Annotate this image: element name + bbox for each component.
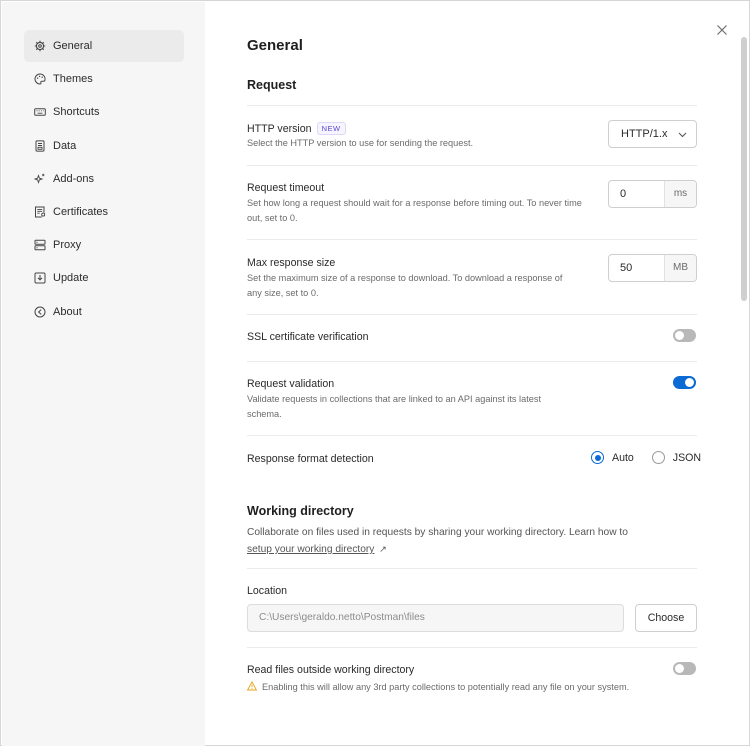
sidebar-item-themes[interactable]: Themes <box>24 63 184 95</box>
settings-nav: General Themes Shortcuts Data Add-ons Ce… <box>24 30 184 329</box>
divider <box>247 435 697 436</box>
download-icon <box>34 272 46 284</box>
sidebar-item-add-ons[interactable]: Add-ons <box>24 163 184 195</box>
external-link-icon: ↗ <box>379 544 387 554</box>
sidebar-item-label: Shortcuts <box>53 106 100 119</box>
request-timeout-value[interactable]: 0 <box>609 181 664 207</box>
location-input[interactable]: C:\Users\geraldo.netto\Postman\files <box>247 604 624 632</box>
request-timeout-description: Set how long a request should wait for a… <box>247 198 582 223</box>
read-outside-toggle[interactable] <box>673 662 696 675</box>
response-format-radio-group: Auto JSON <box>591 451 701 464</box>
keyboard-icon <box>34 108 46 117</box>
divider <box>247 568 697 569</box>
max-response-size-input[interactable]: 50 MB <box>608 254 697 282</box>
sidebar-item-label: General <box>53 40 93 52</box>
location-label: Location <box>247 585 288 597</box>
settings-window: General Themes Shortcuts Data Add-ons Ce… <box>0 0 750 746</box>
page-title: General <box>247 37 303 54</box>
sidebar-item-label: Proxy <box>53 239 82 252</box>
request-validation-toggle[interactable] <box>673 376 696 389</box>
request-timeout-input[interactable]: 0 ms <box>608 180 697 208</box>
sidebar-item-shortcuts[interactable]: Shortcuts <box>24 96 184 128</box>
sidebar-item-proxy[interactable]: Proxy <box>24 229 184 261</box>
sidebar-item-label: Data <box>53 139 77 152</box>
sparkle-icon <box>34 173 45 184</box>
warning-icon <box>247 681 257 691</box>
sidebar-item-label: Certificates <box>53 205 109 218</box>
radio-button <box>591 451 604 464</box>
section-title-request: Request <box>247 78 297 92</box>
proxy-icon <box>34 239 46 251</box>
http-version-value: HTTP/1.x <box>621 128 668 140</box>
sidebar-item-data[interactable]: Data <box>24 130 184 162</box>
sidebar-item-label: Update <box>53 272 89 285</box>
info-icon <box>34 306 46 317</box>
gear-icon <box>34 40 46 52</box>
choose-button[interactable]: Choose <box>635 604 697 632</box>
divider <box>247 647 697 648</box>
chevron-down-icon <box>678 132 687 138</box>
request-timeout-label: Request timeout <box>247 182 325 194</box>
sidebar-item-certificates[interactable]: Certificates <box>24 196 184 228</box>
sidebar-item-general[interactable]: General <box>24 30 184 62</box>
sidebar-item-label: About <box>53 305 82 318</box>
radio-auto[interactable]: Auto <box>591 451 634 464</box>
toggle-knob <box>675 664 684 673</box>
radio-button <box>651 451 665 464</box>
working-directory-description: Collaborate on files used in requests by… <box>247 527 628 555</box>
http-version-label: HTTP version NEW <box>247 122 346 135</box>
close-icon[interactable] <box>715 23 729 37</box>
max-response-size-label: Max response size <box>247 257 336 269</box>
toggle-knob <box>675 331 684 340</box>
max-response-size-unit: MB <box>664 255 696 281</box>
divider <box>247 239 697 240</box>
read-outside-warning: Enabling this will allow any 3rd party c… <box>247 680 647 694</box>
data-icon <box>35 139 45 152</box>
request-timeout-unit: ms <box>664 181 696 207</box>
request-validation-description: Validate requests in collections that ar… <box>247 394 541 419</box>
certificate-icon <box>35 206 46 218</box>
radio-json[interactable]: JSON <box>651 451 701 464</box>
scrollbar-thumb[interactable] <box>741 37 747 301</box>
http-version-select[interactable]: HTTP/1.x <box>608 120 697 148</box>
divider <box>247 314 697 315</box>
ssl-verification-toggle[interactable] <box>673 329 696 342</box>
ssl-verification-label: SSL certificate verification <box>247 331 369 343</box>
sidebar-item-update[interactable]: Update <box>24 262 184 294</box>
divider <box>247 105 697 106</box>
divider <box>247 165 697 166</box>
new-badge: NEW <box>316 122 346 135</box>
request-validation-label: Request validation <box>247 378 335 390</box>
settings-sidebar: General Themes Shortcuts Data Add-ons Ce… <box>2 2 205 746</box>
max-response-size-description: Set the maximum size of a response to do… <box>247 273 563 298</box>
palette-icon <box>34 73 46 85</box>
http-version-description: Select the HTTP version to use for sendi… <box>247 138 474 148</box>
section-title-working-directory: Working directory <box>247 504 354 518</box>
sidebar-item-about[interactable]: About <box>24 296 184 328</box>
sidebar-item-label: Add-ons <box>53 172 94 185</box>
read-outside-label: Read files outside working directory <box>247 664 415 676</box>
toggle-knob <box>685 378 694 387</box>
divider <box>247 361 697 362</box>
sidebar-item-label: Themes <box>53 73 93 86</box>
setup-working-directory-link[interactable]: setup your working directory <box>247 544 374 555</box>
response-format-label: Response format detection <box>247 453 374 465</box>
max-response-size-value[interactable]: 50 <box>609 255 664 281</box>
warning-text: Enabling this will allow any 3rd party c… <box>262 682 630 692</box>
